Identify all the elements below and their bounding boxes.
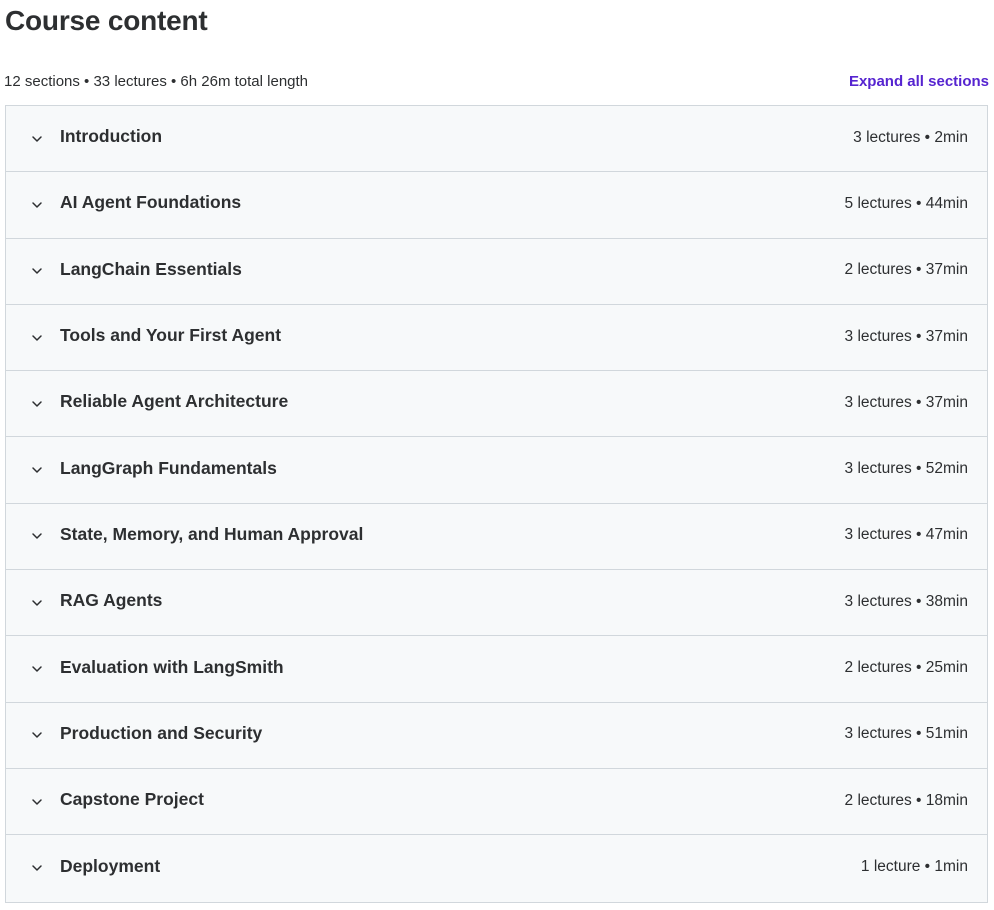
section-meta: 5 lectures • 44min: [844, 194, 968, 212]
chevron-down-icon: [31, 530, 43, 542]
chevron-down-icon: [31, 796, 43, 808]
section-meta: 3 lectures • 37min: [844, 393, 968, 411]
section-title: Tools and Your First Agent: [60, 325, 282, 346]
section-meta: 2 lectures • 25min: [844, 659, 968, 677]
section-title: Capstone Project: [60, 789, 204, 810]
chevron-down-icon: [31, 332, 43, 344]
chevron-down-icon: [31, 398, 43, 410]
course-content-panel: Course content 12 sections • 33 lectures…: [0, 0, 994, 910]
section-meta: 1 lecture • 1min: [860, 858, 968, 876]
section-title: LangGraph Fundamentals: [60, 457, 277, 478]
sections-accordion: Introduction 3 lectures • 2min AI Agent Fo…: [5, 105, 988, 903]
section-title: Deployment: [60, 855, 161, 876]
summary-row: 12 sections • 33 lectures • 6h 26m total…: [4, 70, 989, 92]
section-title: LangChain Essentials: [60, 258, 242, 279]
section-row[interactable]: AI Agent Foundations 5 lectures • 44min: [6, 172, 987, 239]
chevron-down-icon: [31, 265, 43, 277]
page-title: Course content: [5, 5, 208, 36]
section-title: AI Agent Foundations: [60, 192, 242, 213]
section-row[interactable]: Capstone Project 2 lectures • 18min: [6, 768, 987, 836]
section-row[interactable]: Tools and Your First Agent 3 lectures • 3…: [6, 304, 987, 372]
section-row[interactable]: RAG Agents 3 lectures • 38min: [6, 570, 987, 637]
chevron-down-icon: [31, 133, 43, 145]
section-title: RAG Agents: [60, 590, 163, 611]
section-meta: 3 lectures • 52min: [844, 460, 968, 478]
section-title: State, Memory, and Human Approval: [60, 523, 364, 544]
section-row[interactable]: Production and Security 3 lectures • 51mi…: [6, 702, 987, 769]
chevron-down-icon: [31, 199, 43, 211]
chevron-down-icon: [31, 729, 43, 741]
section-row[interactable]: Deployment 1 lecture • 1min: [6, 835, 987, 902]
chevron-down-icon: [31, 597, 43, 609]
section-title: Reliable Agent Architecture: [60, 391, 289, 412]
section-row[interactable]: State, Memory, and Human Approval 3 lectu…: [6, 503, 987, 571]
section-title: Production and Security: [60, 722, 263, 743]
section-meta: 2 lectures • 18min: [844, 791, 968, 809]
expand-all-sections-button[interactable]: Expand all sections: [849, 73, 989, 90]
section-meta: 3 lectures • 51min: [844, 725, 968, 743]
section-meta: 3 lectures • 47min: [844, 526, 968, 544]
chevron-down-icon: [31, 663, 43, 675]
section-row[interactable]: Evaluation with LangSmith 2 lectures • 25…: [6, 636, 987, 703]
section-row[interactable]: LangGraph Fundamentals 3 lectures • 52min: [6, 437, 987, 504]
section-meta: 2 lectures • 37min: [844, 261, 968, 279]
section-meta: 3 lectures • 38min: [844, 592, 968, 610]
section-title: Introduction: [60, 126, 163, 147]
section-meta: 3 lectures • 37min: [844, 327, 968, 345]
course-summary: 12 sections • 33 lectures • 6h 26m total…: [4, 72, 309, 90]
section-meta: 3 lectures • 2min: [853, 128, 968, 146]
section-row[interactable]: Introduction 3 lectures • 2min: [6, 106, 987, 173]
chevron-down-icon: [31, 862, 43, 874]
chevron-down-icon: [31, 464, 43, 476]
section-row[interactable]: LangChain Essentials 2 lectures • 37min: [6, 238, 987, 305]
section-row[interactable]: Reliable Agent Architecture 3 lectures • …: [6, 371, 987, 438]
section-title: Evaluation with LangSmith: [60, 656, 284, 677]
